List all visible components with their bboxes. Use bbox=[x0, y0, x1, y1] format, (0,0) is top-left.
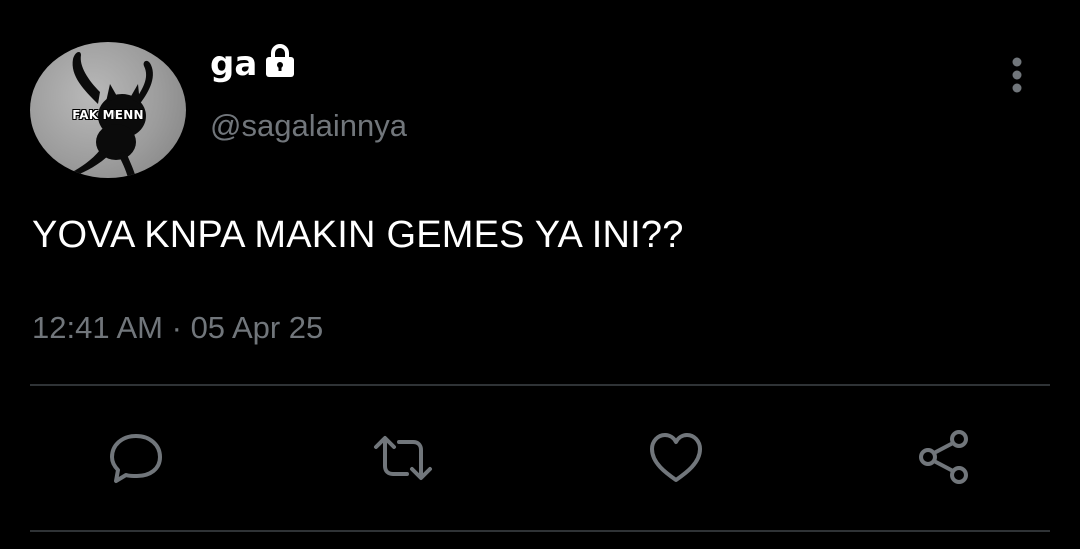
tweet-time[interactable]: 12:41 AM bbox=[32, 310, 163, 345]
share-icon[interactable] bbox=[914, 428, 974, 486]
divider bbox=[30, 384, 1050, 386]
timestamp-separator: · bbox=[171, 310, 182, 345]
lock-icon bbox=[266, 44, 294, 77]
reply-icon[interactable] bbox=[106, 430, 166, 486]
display-name[interactable]: ga bbox=[210, 44, 257, 84]
tweet-date[interactable]: 05 Apr 25 bbox=[191, 310, 324, 345]
retweet-icon[interactable] bbox=[370, 430, 436, 486]
avatar-caption: FAK MENN bbox=[72, 108, 144, 122]
timestamp: 12:41 AM · 05 Apr 25 bbox=[32, 309, 323, 347]
user-handle[interactable]: @sagalainnya bbox=[210, 108, 407, 144]
avatar[interactable]: FAK MENN bbox=[30, 42, 186, 178]
divider bbox=[30, 530, 1050, 532]
like-icon[interactable] bbox=[646, 430, 706, 486]
more-vertical-icon[interactable] bbox=[1000, 56, 1034, 96]
tweet-text: YOVA KNPA MAKIN GEMES YA INI?? bbox=[32, 214, 684, 256]
